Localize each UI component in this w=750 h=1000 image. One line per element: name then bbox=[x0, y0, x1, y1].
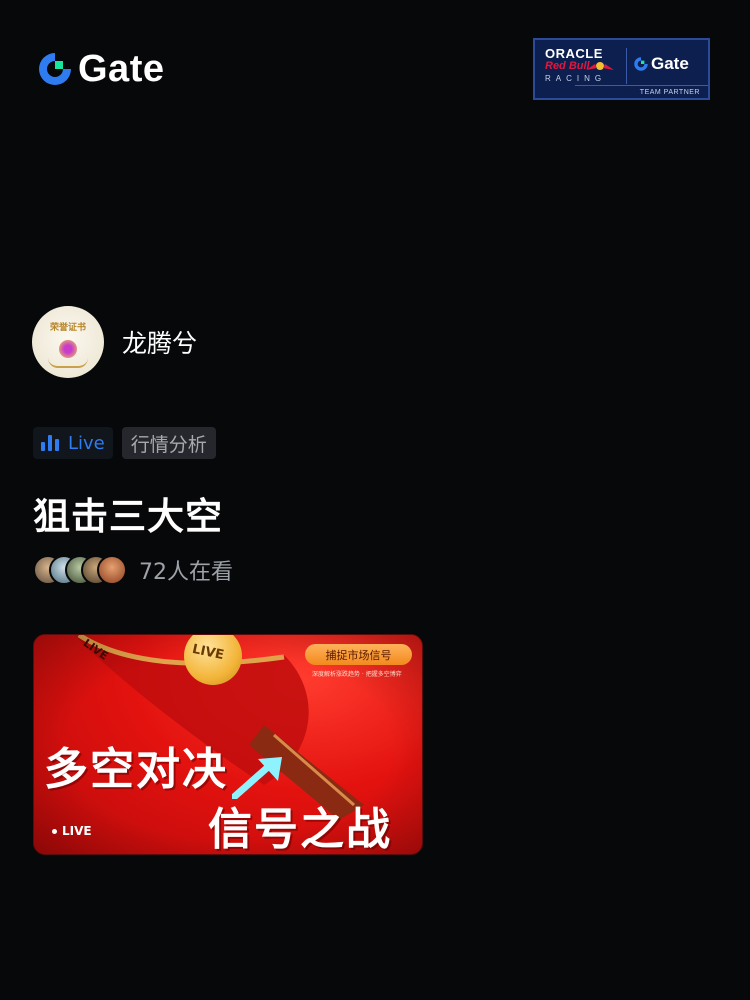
medal-icon bbox=[59, 340, 77, 358]
banner-subtext: 深度解析涨跌趋势 · 把握多空博弈 bbox=[312, 671, 402, 678]
banner-live-label: LIVE bbox=[62, 824, 92, 838]
gate-logo[interactable]: Gate bbox=[36, 50, 164, 88]
category-tag[interactable]: 行情分析 bbox=[121, 427, 216, 459]
ball-live-text: LIVE bbox=[190, 641, 226, 664]
partner-divider bbox=[626, 48, 627, 84]
viewers-row: 72人在看 bbox=[33, 554, 233, 586]
avatar-certificate-text: 荣誉证书 bbox=[49, 323, 86, 333]
host-avatar[interactable]: 荣誉证书 bbox=[32, 306, 104, 378]
banner-pill: 捕捉市场信号 bbox=[305, 644, 412, 665]
gate-logo-icon bbox=[39, 53, 71, 85]
partner-gate-logo: Gate bbox=[633, 54, 689, 74]
partner-gate-text: Gate bbox=[651, 54, 689, 73]
live-tag: Live bbox=[33, 427, 113, 459]
team-partner-label: TEAM PARTNER bbox=[639, 89, 700, 96]
host-info[interactable]: 荣誉证书 龙腾兮 bbox=[32, 306, 197, 378]
viewer-avatars bbox=[33, 555, 127, 585]
partner-badge: ORACLE Red Bull RACING Gate TEAM PARTNER bbox=[533, 38, 710, 100]
redbull-wordmark: Red Bull bbox=[545, 60, 590, 72]
live-bars-icon bbox=[41, 435, 59, 451]
racing-wordmark: RACING bbox=[545, 74, 607, 83]
laurel-icon bbox=[48, 358, 88, 368]
viewer-count: 72人在看 bbox=[139, 560, 233, 585]
live-dot-icon bbox=[52, 828, 57, 834]
brand-name: Gate bbox=[78, 48, 165, 90]
gate-logo-icon bbox=[634, 57, 648, 71]
banner-headline-1: 多空对决 bbox=[44, 744, 228, 795]
stream-tags: Live 行情分析 bbox=[33, 427, 216, 459]
partner-rule bbox=[575, 85, 708, 86]
banner-live-badge: LIVE bbox=[52, 824, 92, 838]
oracle-wordmark: ORACLE bbox=[545, 46, 603, 61]
stream-cover-banner[interactable]: LIVE LIVE 捕捉市场信号 深度解析涨跌趋势 · 把握多空博弈 多空对决 … bbox=[33, 634, 423, 855]
redbull-bulls-icon bbox=[586, 62, 614, 70]
host-name: 龙腾兮 bbox=[122, 329, 198, 358]
banner-headline-2: 信号之战 bbox=[208, 804, 392, 855]
viewer-avatar bbox=[97, 555, 127, 585]
live-stream-page: Gate ORACLE Red Bull RACING Gate TEAM PA… bbox=[0, 0, 750, 1000]
live-tag-label: Live bbox=[68, 432, 105, 454]
stream-title: 狙击三大空 bbox=[33, 495, 223, 538]
